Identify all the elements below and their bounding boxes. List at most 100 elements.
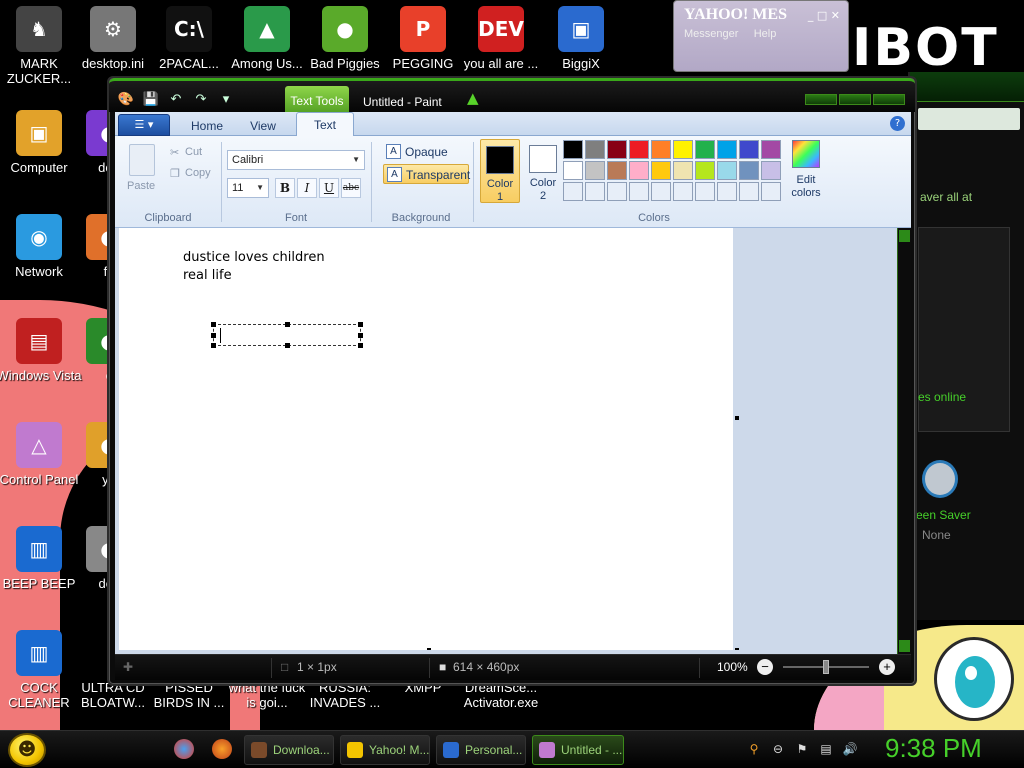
taskbar-clock[interactable]: 9:38 PM xyxy=(885,733,982,764)
desktop-icon[interactable]: DEV you all are ... xyxy=(458,6,544,71)
desktop-icon-image: ♞ xyxy=(16,6,62,52)
drawing-canvas[interactable]: dustice loves children real life xyxy=(119,228,733,650)
paint-titlebar[interactable]: 🎨 💾 ↶ ↷ ▾ Text Tools Untitled - Paint ▲ xyxy=(109,78,915,116)
opaque-option[interactable]: A Opaque xyxy=(383,142,448,162)
italic-button[interactable]: I xyxy=(297,178,317,198)
palette-swatch[interactable] xyxy=(761,140,781,159)
vertical-scrollbar[interactable] xyxy=(897,228,911,654)
zoom-slider[interactable] xyxy=(783,660,869,674)
palette-swatch[interactable] xyxy=(585,182,605,201)
flag-icon[interactable]: ⚑ xyxy=(794,741,810,757)
yahoo-menu-help[interactable]: Help xyxy=(754,28,777,40)
palette-swatch[interactable] xyxy=(673,140,693,159)
transparent-option[interactable]: A Transparent xyxy=(383,164,470,184)
font-family-select[interactable]: Calibri ▼ xyxy=(227,150,365,170)
cut-button[interactable]: Cut xyxy=(185,146,202,158)
customize-qat-icon[interactable]: ▾ xyxy=(217,92,235,108)
tab-home[interactable]: Home xyxy=(181,116,233,136)
palette-swatch[interactable] xyxy=(717,161,737,180)
palette-swatch[interactable] xyxy=(607,182,627,201)
palette-swatch[interactable] xyxy=(563,140,583,159)
cut-icon[interactable]: ✂ xyxy=(170,146,179,159)
maximize-button[interactable] xyxy=(839,94,871,105)
copy-button[interactable]: Copy xyxy=(185,167,211,179)
minimize-button[interactable] xyxy=(805,94,837,105)
paint-menu-button[interactable]: ☰ ▾ xyxy=(118,114,170,136)
underline-button[interactable]: U xyxy=(319,178,339,198)
yahoo-menu-messenger[interactable]: Messenger xyxy=(684,28,738,40)
zoom-in-button[interactable]: + xyxy=(879,659,895,675)
palette-swatch[interactable] xyxy=(695,161,715,180)
edit-colors-button[interactable]: Edit colors xyxy=(785,140,827,200)
zoom-slider-thumb[interactable] xyxy=(823,660,829,674)
palette-swatch[interactable] xyxy=(563,161,583,180)
palette-swatch[interactable] xyxy=(651,182,671,201)
palette-swatch[interactable] xyxy=(695,140,715,159)
tab-text[interactable]: Text xyxy=(296,112,354,137)
strikethrough-button[interactable]: abc xyxy=(341,178,361,198)
text-entry-box[interactable] xyxy=(211,322,363,348)
taskbar-button[interactable]: Downloa... xyxy=(244,735,334,765)
palette-swatch[interactable] xyxy=(717,182,737,201)
canvas-resize-handle[interactable] xyxy=(735,416,739,420)
background-window-right[interactable]: aver all at es online een Saver None xyxy=(908,72,1024,620)
palette-swatch[interactable] xyxy=(673,161,693,180)
palette-swatch[interactable] xyxy=(739,161,759,180)
color1-selector[interactable]: Color 1 xyxy=(480,139,520,203)
taskbar-app-icon xyxy=(443,742,459,758)
bold-button[interactable]: B xyxy=(275,178,295,198)
taskbar-button[interactable]: Personal... xyxy=(436,735,526,765)
palette-swatch[interactable] xyxy=(585,140,605,159)
palette-swatch[interactable] xyxy=(717,140,737,159)
desktop-icon[interactable]: P PEGGING xyxy=(380,6,466,71)
paste-icon[interactable] xyxy=(129,144,155,176)
minus-circle-icon[interactable]: ⊖ xyxy=(770,741,786,757)
palette-swatch[interactable] xyxy=(607,140,627,159)
desktop-icon[interactable]: ● Bad Piggies xyxy=(302,6,388,71)
palette-swatch[interactable] xyxy=(629,182,649,201)
palette-swatch[interactable] xyxy=(695,182,715,201)
taskbar-button[interactable]: Untitled - ... xyxy=(532,735,624,765)
yahoo-messenger-window[interactable]: YAHOO! MES _ □ ✕ Messenger Help xyxy=(673,0,849,72)
yahoo-menubar: Messenger Help xyxy=(674,24,848,44)
help-icon[interactable]: ? xyxy=(890,116,905,131)
copy-icon[interactable]: ❐ xyxy=(170,167,180,180)
palette-swatch[interactable] xyxy=(651,140,671,159)
palette-swatch[interactable] xyxy=(607,161,627,180)
desktop-icon[interactable]: C:\ 2PACAL... xyxy=(146,6,232,71)
undo-icon[interactable]: ↶ xyxy=(167,92,185,108)
font-size-select[interactable]: 11 ▼ xyxy=(227,178,269,198)
palette-swatch[interactable] xyxy=(739,182,759,201)
desktop-icon[interactable]: ▣ BiggiX xyxy=(538,6,624,71)
palette-swatch[interactable] xyxy=(761,161,781,180)
taskbar-button[interactable]: Yahoo! M... xyxy=(340,735,430,765)
palette-swatch[interactable] xyxy=(651,161,671,180)
palette-swatch[interactable] xyxy=(739,140,759,159)
chrome-icon[interactable] xyxy=(174,739,194,759)
desktop-icon[interactable]: ▲ Among Us... xyxy=(224,6,310,71)
close-button[interactable] xyxy=(873,94,905,105)
yahoo-window-controls[interactable]: _ □ ✕ xyxy=(808,9,840,22)
paint-window[interactable]: 🎨 💾 ↶ ↷ ▾ Text Tools Untitled - Paint ▲ … xyxy=(107,76,917,686)
palette-swatch[interactable] xyxy=(585,161,605,180)
color1-number: 1 xyxy=(496,191,504,203)
color2-selector[interactable]: Color 2 xyxy=(523,139,563,203)
paste-button[interactable]: Paste xyxy=(127,180,155,192)
search-icon[interactable]: ⚲ xyxy=(746,741,762,757)
network-icon[interactable]: ▤ xyxy=(818,741,834,757)
palette-swatch[interactable] xyxy=(629,161,649,180)
palette-swatch[interactable] xyxy=(673,182,693,201)
screensaver-label[interactable]: een Saver xyxy=(916,508,971,522)
palette-swatch[interactable] xyxy=(563,182,583,201)
right-window-search[interactable] xyxy=(918,108,1020,130)
start-button[interactable]: ☻ xyxy=(8,733,46,767)
save-icon[interactable]: 💾 xyxy=(142,92,160,108)
volume-icon[interactable]: 🔊 xyxy=(842,741,858,757)
firefox-icon[interactable] xyxy=(212,739,232,759)
palette-swatch[interactable] xyxy=(629,140,649,159)
redo-icon[interactable]: ↷ xyxy=(192,92,210,108)
zoom-out-button[interactable]: − xyxy=(757,659,773,675)
desktop-icon[interactable]: ⚙ desktop.ini xyxy=(70,6,156,71)
palette-swatch[interactable] xyxy=(761,182,781,201)
tab-view[interactable]: View xyxy=(237,116,289,136)
